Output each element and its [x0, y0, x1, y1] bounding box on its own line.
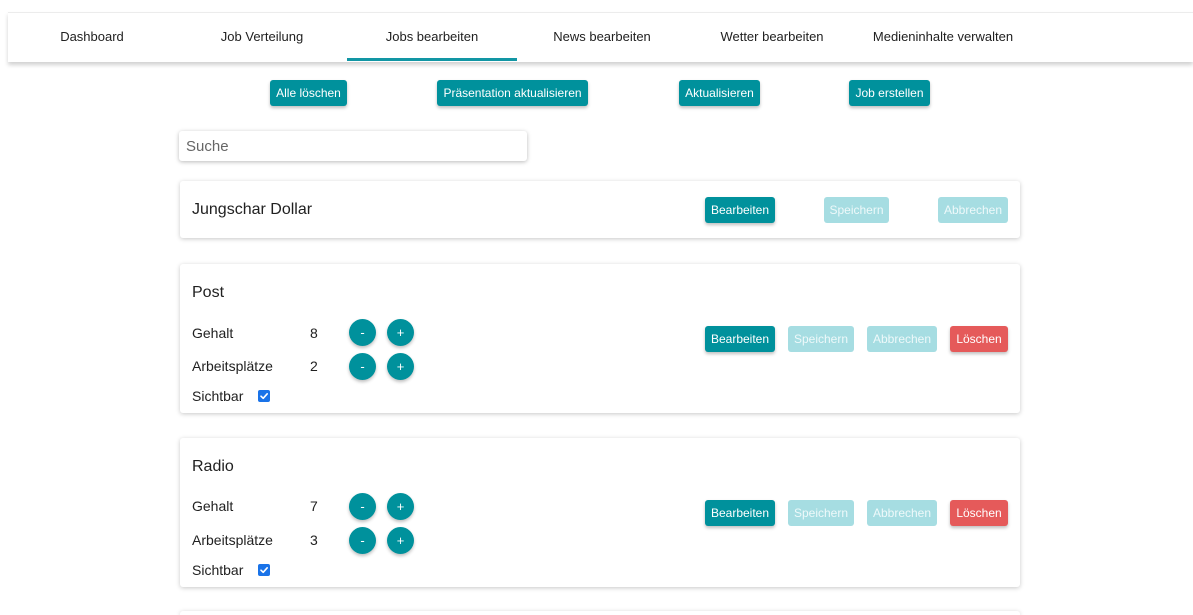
salary-value: 7 — [310, 498, 318, 514]
visible-label: Sichtbar — [192, 562, 244, 578]
delete-button[interactable]: Löschen — [950, 500, 1008, 526]
salary-label: Gehalt — [192, 498, 234, 514]
job-title: Jungschar Dollar — [192, 201, 313, 218]
job-title: Radio — [192, 458, 234, 475]
salary-increment-button[interactable]: + — [387, 493, 414, 520]
save-button[interactable]: Speichern — [824, 197, 889, 223]
update-presentation-button[interactable]: Präsentation aktualisieren — [437, 80, 588, 106]
check-icon — [260, 393, 268, 400]
check-icon — [260, 567, 268, 574]
salary-label: Gehalt — [192, 325, 234, 341]
tab-wetter-bearbeiten[interactable]: Wetter bearbeiten — [688, 13, 856, 60]
cancel-button[interactable]: Abbrechen — [867, 326, 937, 352]
salary-increment-button[interactable]: + — [387, 319, 414, 346]
tab-jobs-bearbeiten[interactable]: Jobs bearbeiten — [347, 13, 517, 61]
salary-decrement-button[interactable]: - — [349, 493, 376, 520]
delete-all-button[interactable]: Alle löschen — [270, 80, 347, 106]
edit-button[interactable]: Bearbeiten — [705, 500, 775, 526]
cancel-button[interactable]: Abbrechen — [867, 500, 937, 526]
save-button[interactable]: Speichern — [788, 500, 854, 526]
positions-decrement-button[interactable]: - — [349, 353, 376, 380]
positions-label: Arbeitsplätze — [192, 358, 273, 374]
tab-job-verteilung[interactable]: Job Verteilung — [178, 13, 346, 60]
cancel-button[interactable]: Abbrechen — [938, 197, 1008, 223]
job-card: Jungschar Dollar Bearbeiten Speichern Ab… — [180, 181, 1020, 238]
top-navigation: Dashboard Job Verteilung Jobs bearbeiten… — [8, 12, 1193, 62]
tab-medieninhalte-verwalten[interactable]: Medieninhalte verwalten — [858, 13, 1028, 60]
positions-label: Arbeitsplätze — [192, 532, 273, 548]
create-job-button[interactable]: Job erstellen — [849, 80, 930, 106]
positions-value: 3 — [310, 532, 318, 548]
job-card — [180, 611, 1020, 615]
salary-decrement-button[interactable]: - — [349, 319, 376, 346]
visible-checkbox[interactable] — [258, 390, 270, 402]
salary-value: 8 — [310, 325, 318, 341]
refresh-button[interactable]: Aktualisieren — [679, 80, 760, 106]
positions-decrement-button[interactable]: - — [349, 527, 376, 554]
edit-button[interactable]: Bearbeiten — [705, 197, 775, 223]
job-card: Radio Gehalt 7 - + Arbeitsplätze 3 - + S… — [180, 438, 1020, 587]
save-button[interactable]: Speichern — [788, 326, 854, 352]
tab-news-bearbeiten[interactable]: News bearbeiten — [518, 13, 686, 60]
job-title: Post — [192, 284, 225, 301]
edit-button[interactable]: Bearbeiten — [705, 326, 775, 352]
job-card: Post Gehalt 8 - + Arbeitsplätze 2 - + Si… — [180, 264, 1020, 413]
search-input[interactable] — [179, 131, 527, 161]
positions-increment-button[interactable]: + — [387, 527, 414, 554]
visible-label: Sichtbar — [192, 388, 244, 404]
delete-button[interactable]: Löschen — [950, 326, 1008, 352]
tab-dashboard[interactable]: Dashboard — [8, 13, 176, 60]
visible-checkbox[interactable] — [258, 564, 270, 576]
positions-value: 2 — [310, 358, 318, 374]
positions-increment-button[interactable]: + — [387, 353, 414, 380]
